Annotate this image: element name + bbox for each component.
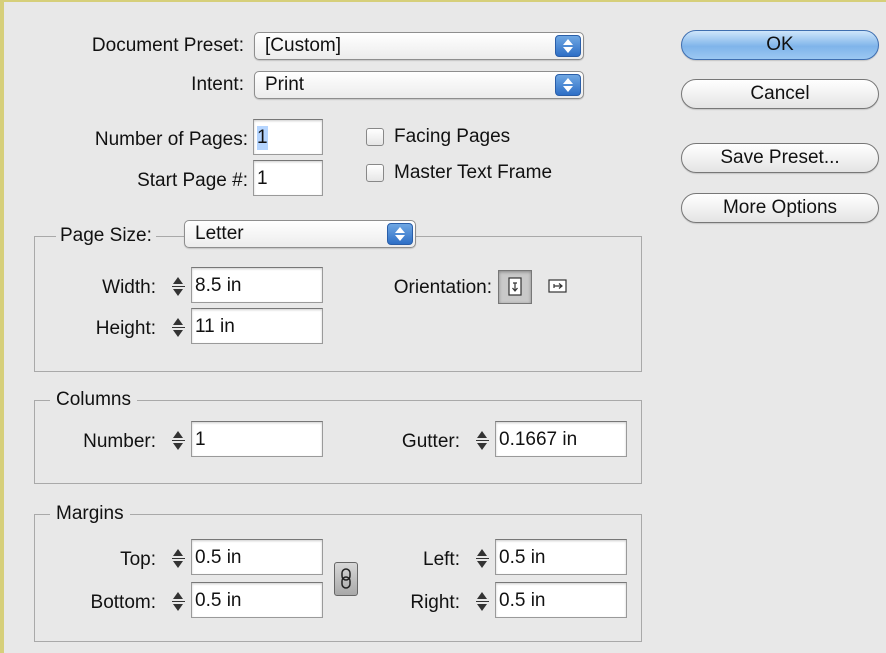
number-of-pages-value: 1 (257, 126, 268, 150)
start-page-value: 1 (257, 168, 268, 189)
gutter-label: Gutter: (401, 431, 460, 452)
page-size-value: Letter (195, 223, 244, 244)
margin-bottom-value: 0.5 in (195, 590, 242, 611)
intent-value: Print (265, 74, 305, 95)
width-value: 8.5 in (195, 275, 242, 296)
height-field[interactable]: 11 in (191, 308, 323, 344)
margin-left-field[interactable]: 0.5 in (495, 539, 627, 575)
more-options-button[interactable]: More Options (681, 193, 879, 223)
stepper-icon[interactable] (475, 590, 491, 614)
stepper-icon[interactable] (171, 590, 187, 614)
margin-top-value: 0.5 in (195, 547, 242, 568)
document-preset-label: Document Preset: (91, 35, 244, 56)
margin-bottom-field[interactable]: 0.5 in (191, 582, 323, 618)
document-preset-popup[interactable]: [Custom] (254, 32, 584, 60)
start-page-label: Start Page #: (137, 170, 248, 191)
portrait-orientation-button[interactable] (498, 270, 532, 304)
gutter-field[interactable]: 0.1667 in (495, 421, 627, 457)
stepper-icon[interactable] (475, 547, 491, 571)
document-preset-value: [Custom] (265, 35, 342, 56)
width-field[interactable]: 8.5 in (191, 267, 323, 303)
number-of-pages-label: Number of Pages: (94, 129, 248, 150)
margin-bottom-label: Bottom: (90, 592, 156, 613)
portrait-orientation-icon (508, 277, 522, 296)
stepper-icon[interactable] (171, 547, 187, 571)
intent-label: Intent: (191, 74, 244, 95)
height-value: 11 in (195, 316, 235, 337)
popup-arrows-icon (555, 35, 581, 57)
ok-button[interactable]: OK (681, 30, 879, 60)
landscape-orientation-button[interactable] (542, 270, 576, 304)
stepper-icon[interactable] (171, 275, 187, 299)
columns-number-label: Number: (83, 431, 156, 452)
new-document-dialog: Document Preset: [Custom] Intent: Print … (0, 0, 886, 653)
stepper-icon[interactable] (475, 429, 491, 453)
cancel-button[interactable]: Cancel (681, 79, 879, 109)
popup-arrows-icon (387, 223, 413, 245)
master-text-frame-checkbox[interactable] (366, 164, 384, 182)
stepper-icon[interactable] (171, 429, 187, 453)
height-label: Height: (95, 318, 156, 339)
margin-right-value: 0.5 in (499, 590, 546, 611)
number-of-pages-field[interactable]: 1 (253, 119, 323, 155)
margin-top-field[interactable]: 0.5 in (191, 539, 323, 575)
columns-title: Columns (50, 388, 137, 412)
popup-arrows-icon (555, 74, 581, 96)
columns-number-value: 1 (195, 429, 206, 450)
margin-right-field[interactable]: 0.5 in (495, 582, 627, 618)
start-page-field[interactable]: 1 (253, 160, 323, 196)
save-preset-button[interactable]: Save Preset... (681, 143, 879, 173)
columns-number-field[interactable]: 1 (191, 421, 323, 457)
gutter-value: 0.1667 in (499, 429, 578, 450)
master-text-frame-label: Master Text Frame (394, 162, 553, 183)
orientation-label: Orientation: (393, 277, 492, 298)
page-size-label: Page Size: (56, 224, 156, 248)
landscape-orientation-icon (548, 279, 567, 293)
page-size-popup[interactable]: Letter (184, 220, 416, 248)
width-label: Width: (102, 277, 156, 298)
margin-left-label: Left: (423, 549, 460, 570)
intent-popup[interactable]: Print (254, 71, 584, 99)
margin-right-label: Right: (410, 592, 460, 613)
margin-top-label: Top: (120, 549, 156, 570)
facing-pages-label: Facing Pages (394, 126, 511, 147)
margin-left-value: 0.5 in (499, 547, 546, 568)
margins-title: Margins (50, 502, 130, 526)
facing-pages-checkbox[interactable] (366, 128, 384, 146)
stepper-icon[interactable] (171, 316, 187, 340)
